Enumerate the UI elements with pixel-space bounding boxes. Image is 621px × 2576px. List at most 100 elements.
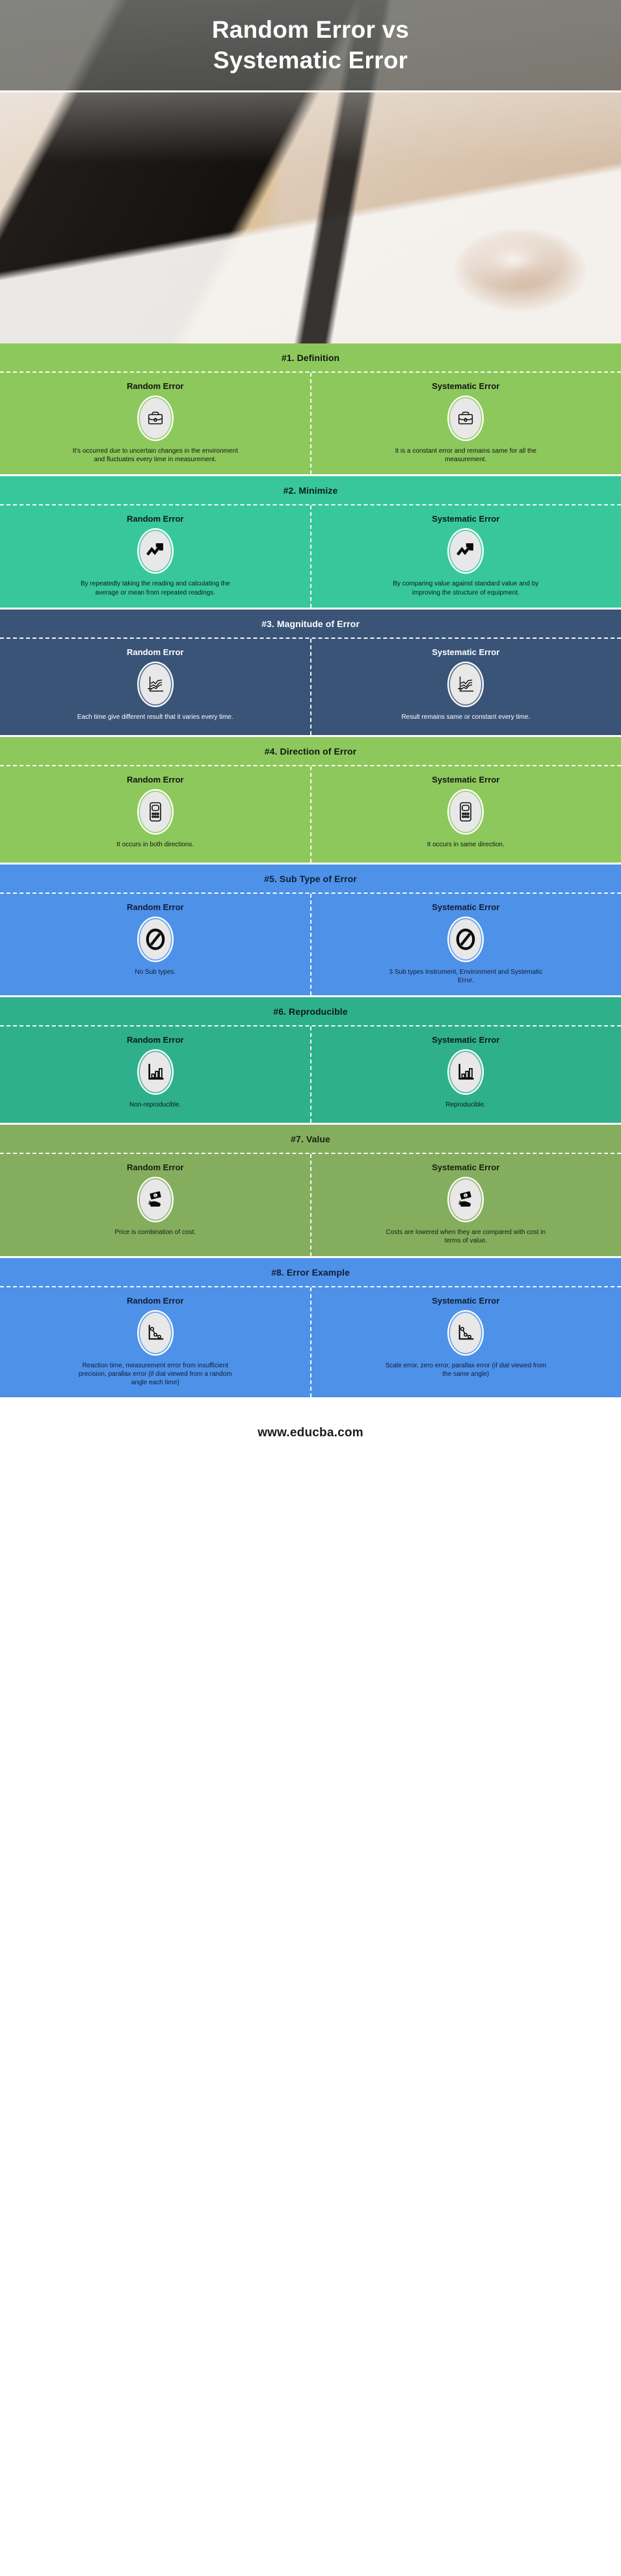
comparison-section-8: #8. Error Example Random Error Reaction … (0, 1255, 621, 1398)
svg-text:£: £ (154, 1194, 157, 1199)
column-divider (310, 373, 311, 475)
random-error-column: Random Error Reaction time, measurement … (0, 1287, 311, 1398)
prohibited-icon-badge (447, 916, 484, 962)
random-error-label: Random Error (127, 647, 184, 657)
column-divider (310, 893, 311, 996)
calculator-icon (457, 801, 474, 822)
systematic-error-column: Systematic Error By comparing value agai… (311, 505, 621, 607)
systematic-error-column: Systematic Error Scale error, zero error… (311, 1287, 621, 1398)
comparison-section-1: #1. Definition Random Error It's occurre… (0, 343, 621, 475)
random-error-column: Random Error Non-reproducible. (0, 1026, 311, 1123)
calculator-icon-badge (137, 788, 174, 835)
random-error-description: It occurs in both directions. (116, 840, 194, 848)
systematic-error-column: Systematic Error It occurs in same direc… (311, 766, 621, 863)
bar-chart-icon-badge (137, 1049, 174, 1095)
section-title: #3. Magnitude of Error (261, 618, 360, 629)
systematic-error-column: Systematic Error It is a constant error … (311, 373, 621, 474)
section-title: #5. Sub Type of Error (264, 873, 357, 884)
cash-in-hand-icon-badge: £ (447, 1177, 484, 1223)
section-columns: Random Error It occurs in both direction… (0, 766, 621, 863)
section-title: #7. Value (291, 1134, 330, 1145)
section-columns: Random Error Each time give different re… (0, 638, 621, 735)
random-error-description: Non-reproducible. (129, 1101, 181, 1109)
briefcase-icon-badge (447, 396, 484, 441)
systematic-error-description: It occurs in same direction. (427, 840, 505, 848)
section-columns: Random Error £ Price is combination of c… (0, 1154, 621, 1256)
page-title-line-1: Random Error vs (211, 16, 410, 43)
random-error-label: Random Error (127, 902, 184, 912)
systematic-error-label: Systematic Error (432, 1035, 500, 1045)
systematic-error-description: Scale error, zero error, parallax error … (385, 1362, 546, 1378)
section-columns: Random Error It's occurred due to uncert… (0, 373, 621, 475)
random-error-column: Random Error Each time give different re… (0, 639, 311, 735)
random-error-description: Reaction time, measurement error from in… (78, 1362, 232, 1386)
random-error-label: Random Error (127, 381, 184, 391)
systematic-error-description: It is a constant error and remains same … (395, 448, 536, 464)
section-title: #1. Definition (281, 353, 340, 363)
column-divider (310, 1154, 311, 1256)
column-divider (310, 638, 311, 735)
trend-arrow-up-icon (146, 541, 165, 561)
column-divider (310, 1026, 311, 1123)
prohibited-icon (146, 928, 165, 950)
random-error-label: Random Error (127, 1295, 184, 1306)
random-error-label: Random Error (127, 514, 184, 524)
systematic-error-column: Systematic Error 3 Sub types Instrument,… (311, 894, 621, 995)
random-error-column: Random Error £ Price is combination of c… (0, 1154, 311, 1255)
random-error-label: Random Error (127, 1035, 184, 1045)
comparison-section-4: #4. Direction of Error Random Error It o… (0, 734, 621, 863)
declining-scatter-graph-icon-badge (447, 1309, 484, 1356)
briefcase-icon-badge (137, 396, 174, 441)
line-graph-icon-badge (447, 661, 484, 707)
systematic-error-description: 3 Sub types Instrument, Environment and … (389, 968, 543, 984)
random-error-label: Random Error (127, 774, 184, 785)
column-divider (310, 766, 311, 863)
section-columns: Random Error No Sub types. Systematic Er… (0, 893, 621, 996)
svg-text:£: £ (464, 1194, 467, 1199)
trend-arrow-up-icon-badge (137, 528, 174, 574)
comparison-section-2: #2. Minimize Random Error By repeatedly … (0, 474, 621, 608)
cash-in-hand-icon: £ (146, 1190, 165, 1209)
comparison-section-3: #3. Magnitude of Error Random Error Each… (0, 607, 621, 735)
hero-banner: Random Error vs Systematic Error (0, 0, 621, 343)
random-error-description: Price is combination of cost. (114, 1229, 196, 1237)
column-divider (310, 505, 311, 608)
comparison-section-6: #6. Reproducible Random Error Non-reprod… (0, 995, 621, 1123)
calculator-icon-badge (447, 788, 484, 835)
briefcase-icon (456, 409, 475, 428)
declining-scatter-graph-icon (146, 1323, 165, 1343)
page-title-line-2: Systematic Error (213, 46, 408, 74)
trend-arrow-up-icon (456, 541, 475, 561)
comparison-sections: #1. Definition Random Error It's occurre… (0, 343, 621, 1398)
random-error-description: By repeatedly taking the reading and cal… (80, 580, 230, 597)
line-graph-icon (456, 675, 475, 694)
systematic-error-description: Result remains same or constant every ti… (401, 713, 531, 721)
systematic-error-label: Systematic Error (432, 774, 500, 785)
systematic-error-column: Systematic Error £ Costs are lowered whe… (311, 1154, 621, 1255)
footer: www.educba.com (0, 1397, 621, 1469)
systematic-error-label: Systematic Error (432, 647, 500, 657)
systematic-error-description: Costs are lowered when they are compared… (386, 1229, 546, 1245)
random-error-column: Random Error It's occurred due to uncert… (0, 373, 311, 474)
prohibited-icon-badge (137, 916, 174, 962)
section-title: #4. Direction of Error (264, 745, 357, 757)
prohibited-icon (456, 928, 475, 950)
cash-in-hand-icon-badge: £ (137, 1177, 174, 1223)
briefcase-icon (146, 409, 165, 428)
random-error-label: Random Error (127, 1162, 184, 1173)
bar-chart-icon-badge (447, 1049, 484, 1095)
systematic-error-label: Systematic Error (432, 381, 500, 391)
systematic-error-description: By comparing value against standard valu… (393, 580, 539, 597)
random-error-description: It's occurred due to uncertain changes i… (72, 448, 238, 464)
declining-scatter-graph-icon-badge (137, 1309, 174, 1356)
systematic-error-label: Systematic Error (432, 1295, 500, 1306)
declining-scatter-graph-icon (456, 1323, 475, 1343)
systematic-error-label: Systematic Error (432, 1162, 500, 1173)
random-error-column: Random Error No Sub types. (0, 894, 311, 995)
calculator-icon (147, 801, 164, 822)
section-title: #8. Error Example (271, 1267, 350, 1278)
section-title: #2. Minimize (283, 485, 338, 496)
systematic-error-label: Systematic Error (432, 902, 500, 912)
line-graph-icon (146, 675, 165, 694)
random-error-description: No Sub types. (135, 968, 176, 976)
